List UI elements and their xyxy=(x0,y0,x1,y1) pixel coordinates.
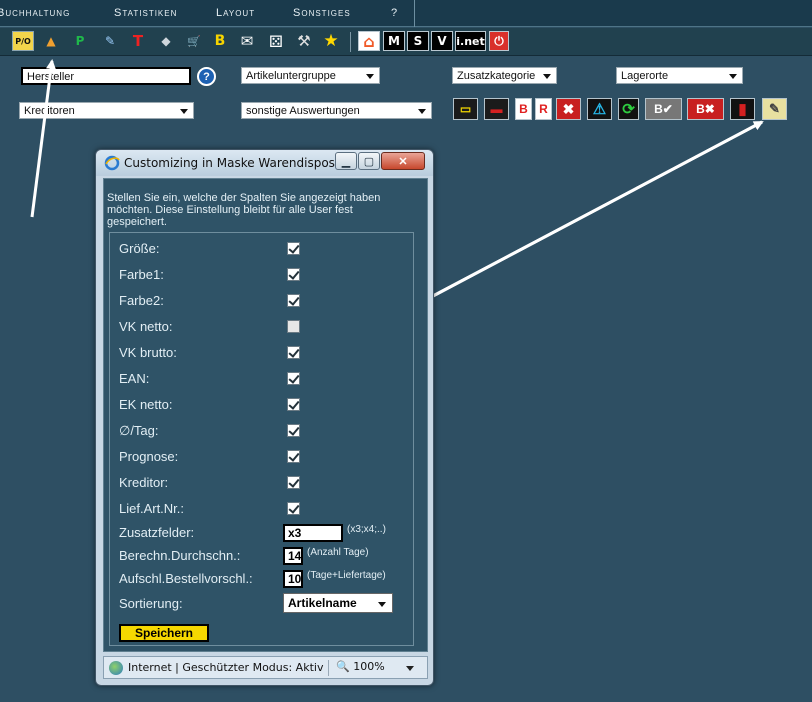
status-text: Internet | Geschützter Modus: Aktiv xyxy=(128,661,324,674)
zusatzfelder-hint: (x3;x4;..) xyxy=(347,524,386,535)
auswertungen-select[interactable]: sonstige Auswertungen xyxy=(241,102,432,119)
b-red-icon[interactable]: B xyxy=(515,98,532,120)
cart-icon[interactable]: 🛒 xyxy=(184,31,204,51)
minimize-button[interactable]: ▁ xyxy=(335,152,357,170)
close-button[interactable]: ✕ xyxy=(381,152,425,170)
zusatzkategorie-select[interactable]: Zusatzkategorie xyxy=(452,67,557,84)
menu-layout[interactable]: Layout xyxy=(216,7,255,19)
menu-statistiken[interactable]: Statistiken xyxy=(114,7,177,19)
toolbar-separator xyxy=(350,32,351,52)
label-sortierung: Sortierung: xyxy=(119,596,183,611)
star-icon[interactable]: ★ xyxy=(321,31,341,51)
m-icon[interactable]: M xyxy=(383,31,405,51)
checkbox-vk-brutto[interactable] xyxy=(287,346,300,359)
maximize-button[interactable]: ▢ xyxy=(358,152,380,170)
durchschn-hint: (Anzahl Tage) xyxy=(307,547,369,558)
label-prognose: Prognose: xyxy=(119,449,179,464)
mail-icon[interactable]: ✉ xyxy=(237,31,257,51)
bestellvorschl-input[interactable]: 10 xyxy=(283,570,303,588)
power-icon[interactable]: ⏻ xyxy=(489,31,509,51)
artikeluntergruppe-select[interactable]: Artikeluntergruppe xyxy=(241,67,380,84)
checkbox-vk-netto[interactable] xyxy=(287,320,300,333)
checkbox-kreditor[interactable] xyxy=(287,476,300,489)
hersteller-input[interactable]: Hersteller xyxy=(21,67,191,85)
menu-divider xyxy=(414,0,415,27)
menu-sonstiges[interactable]: Sonstiges xyxy=(293,7,351,19)
menu-buchhaltung[interactable]: Buchhaltung xyxy=(0,7,70,19)
b-delete-icon[interactable]: B✖ xyxy=(687,98,724,120)
boxes-icon[interactable]: ▲ xyxy=(41,31,61,51)
house-icon[interactable]: ⌂ xyxy=(358,31,380,51)
v-icon[interactable]: V xyxy=(431,31,453,51)
eraser-icon[interactable]: ◆ xyxy=(156,31,176,51)
p-icon[interactable]: P xyxy=(70,31,90,51)
label-farbe2: Farbe2: xyxy=(119,293,164,308)
durchschn-input[interactable]: 14 xyxy=(283,547,303,565)
label-lief-art-nr: Lief.Art.Nr.: xyxy=(119,501,185,516)
label-vk-netto: VK netto: xyxy=(119,319,173,334)
label-farbe1: Farbe1: xyxy=(119,267,164,282)
dialog-titlebar[interactable]: Customizing in Maske Warendispositi... ▁… xyxy=(96,150,433,176)
b-check-icon[interactable]: B✔ xyxy=(645,98,682,120)
po-icon[interactable]: P/O xyxy=(12,31,34,51)
checkbox-lief-art-nr[interactable] xyxy=(287,502,300,515)
label-zusatzfelder: Zusatzfelder: xyxy=(119,525,195,540)
checkbox-avg-per-day[interactable] xyxy=(287,424,300,437)
bestellvorschl-hint: (Tage+Liefertage) xyxy=(307,570,386,581)
s-icon[interactable]: S xyxy=(407,31,429,51)
status-bar: Internet | Geschützter Modus: Aktiv 🔍 10… xyxy=(103,656,428,679)
hammer-icon[interactable]: ⚒ xyxy=(294,31,314,51)
menu-bar: Buchhaltung Statistiken Layout Sonstiges… xyxy=(0,0,812,27)
refresh-icon[interactable]: ⟳ xyxy=(618,98,639,120)
bucket-icon[interactable]: ▮ xyxy=(730,98,755,120)
help-icon[interactable]: ? xyxy=(197,67,216,86)
r-red-icon[interactable]: R xyxy=(535,98,552,120)
customize-icon[interactable]: ✎ xyxy=(762,98,787,120)
status-divider xyxy=(328,660,329,676)
t-icon[interactable]: T xyxy=(128,31,148,51)
checkbox-ean[interactable] xyxy=(287,372,300,385)
b-icon[interactable]: B xyxy=(210,31,230,51)
ie-icon xyxy=(104,155,120,171)
checkbox-farbe2[interactable] xyxy=(287,294,300,307)
label-ek-netto: EK netto: xyxy=(119,397,173,412)
menu-help[interactable]: ? xyxy=(391,7,398,19)
label-kreditor: Kreditor: xyxy=(119,475,169,490)
dice-icon[interactable]: ⚄ xyxy=(266,31,286,51)
checkbox-farbe1[interactable] xyxy=(287,268,300,281)
zoom-dropdown-icon[interactable] xyxy=(406,666,414,671)
sortierung-select[interactable]: Artikelname xyxy=(283,593,393,613)
warning-icon[interactable]: ⚠ xyxy=(587,98,612,120)
dialog-title: Customizing in Maske Warendispositi... xyxy=(124,156,358,170)
toolbar: P/O ▲ P ✎ T ◆ 🛒 B ✉ ⚄ ⚒ ★ ⌂ M S V i.net … xyxy=(0,28,812,56)
checkbox-ek-netto[interactable] xyxy=(287,398,300,411)
checkbox-prognose[interactable] xyxy=(287,450,300,463)
machine-yellow-icon[interactable]: ▭ xyxy=(453,98,478,120)
label-durchschn: Berechn.Durchschn.: xyxy=(119,548,241,563)
zoom-value: 100% xyxy=(353,660,385,673)
checkbox-groesse[interactable] xyxy=(287,242,300,255)
label-ean: EAN: xyxy=(119,371,150,386)
lagerorte-select[interactable]: Lagerorte xyxy=(616,67,743,84)
zusatzfelder-input[interactable]: x3 xyxy=(283,524,343,542)
pen-icon[interactable]: ✎ xyxy=(100,31,120,51)
inet-icon[interactable]: i.net xyxy=(455,31,486,51)
zoom-level[interactable]: 🔍 100% xyxy=(336,660,385,673)
label-vk-brutto: VK brutto: xyxy=(119,345,177,360)
kreditoren-select[interactable]: Kreditoren xyxy=(19,102,194,119)
customizing-dialog: Customizing in Maske Warendispositi... ▁… xyxy=(95,149,434,686)
delete-icon[interactable]: ✖ xyxy=(556,98,581,120)
label-bestellvorschl: Aufschl.Bestellvorschl.: xyxy=(119,571,253,586)
label-groesse: Größe: xyxy=(119,241,160,256)
globe-icon xyxy=(109,661,123,675)
intro-text: Stellen Sie ein, welche der Spalten Sie … xyxy=(107,192,381,228)
save-button[interactable]: Speichern xyxy=(119,624,209,642)
machine-red-icon[interactable]: ▬ xyxy=(484,98,509,120)
label-avg-per-day: ∅/Tag: xyxy=(119,423,159,438)
